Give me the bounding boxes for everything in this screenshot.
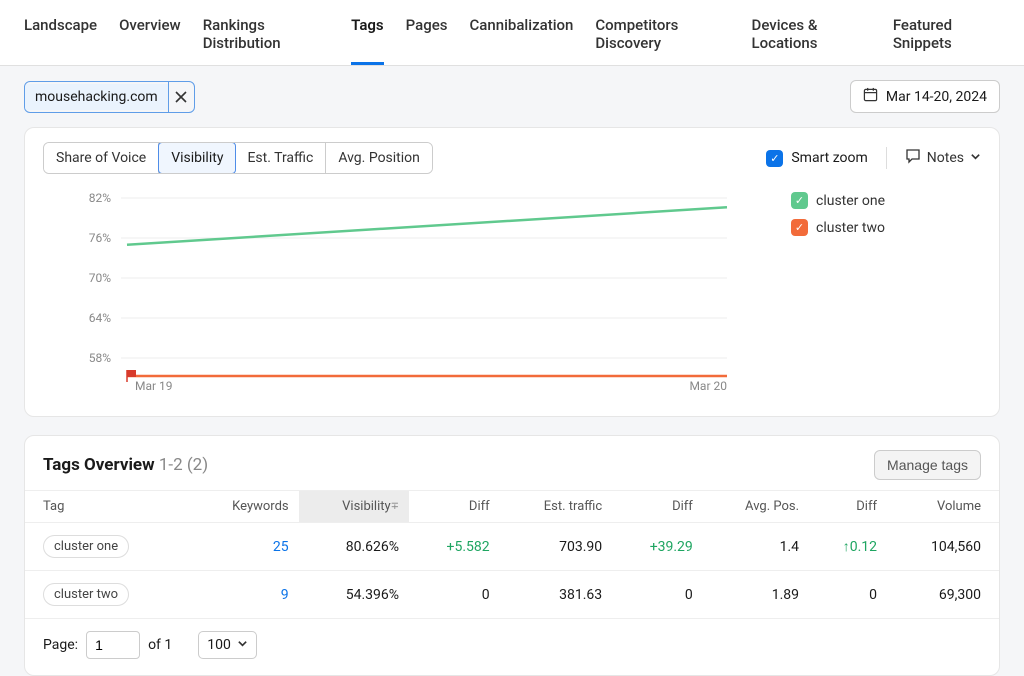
- chart-header: Share of VoiceVisibilityEst. TrafficAvg.…: [25, 128, 999, 174]
- col-keywords[interactable]: Keywords: [189, 491, 299, 523]
- est-traffic-cell: 381.63: [500, 571, 613, 619]
- svg-text:82%: 82%: [89, 191, 111, 205]
- table-header-row: Tag Keywords Visibility∓ Diff Est. traff…: [25, 491, 999, 523]
- page-input[interactable]: [86, 631, 140, 659]
- table-row: cluster two954.396%0381.6301.89069,300: [25, 571, 999, 619]
- chart-legend: ✓ cluster one ✓ cluster two: [791, 184, 981, 398]
- col-visibility[interactable]: Visibility∓: [299, 491, 409, 523]
- col-traffic-diff[interactable]: Diff: [612, 491, 703, 523]
- pagination: Page: of 1 100: [25, 619, 999, 675]
- col-pos-diff[interactable]: Diff: [809, 491, 887, 523]
- smart-zoom-toggle[interactable]: ✓ Smart zoom: [766, 150, 867, 167]
- divider: [886, 147, 887, 169]
- page-label: Page:: [43, 637, 78, 653]
- table-count: 1-2 (2): [159, 455, 208, 475]
- visibility-chart-card: Share of VoiceVisibilityEst. TrafficAvg.…: [24, 127, 1000, 417]
- visibility-diff-cell: 0: [409, 571, 500, 619]
- segment-avg-position[interactable]: Avg. Position: [326, 143, 432, 173]
- visibility-cell: 80.626%: [299, 523, 409, 571]
- avg-pos-cell: 1.4: [703, 523, 809, 571]
- segment-visibility[interactable]: Visibility: [158, 142, 236, 174]
- tab-cannibalization[interactable]: Cannibalization: [470, 10, 574, 65]
- checkmark-icon: ✓: [791, 219, 808, 236]
- tab-featured-snippets[interactable]: Featured Snippets: [893, 10, 1000, 65]
- svg-text:76%: 76%: [89, 231, 111, 245]
- table-title-text: Tags Overview: [43, 455, 155, 475]
- tab-devices-locations[interactable]: Devices & Locations: [752, 10, 871, 65]
- table-row: cluster one 25 80.626%+5.582703.90+39.291.…: [25, 523, 999, 571]
- smart-zoom-label: Smart zoom: [791, 150, 867, 166]
- keywords-link[interactable]: 25: [273, 539, 289, 555]
- filter-bar: mousehacking.com Mar 14-20, 2024: [0, 66, 1024, 127]
- page-title: Tags Overview 1-2 (2): [43, 455, 208, 475]
- chevron-down-icon: [970, 150, 981, 166]
- line-chart: 82% 76% 70% 64% 58%: [43, 184, 771, 394]
- notes-button[interactable]: Notes: [905, 148, 981, 168]
- tab-overview[interactable]: Overview: [119, 10, 181, 65]
- chart-body: 82% 76% 70% 64% 58%: [25, 174, 999, 416]
- legend-item-cluster-one[interactable]: ✓ cluster one: [791, 192, 981, 209]
- keywords-link[interactable]: 9: [281, 587, 289, 603]
- page-of-label: of 1: [148, 637, 172, 653]
- visibility-cell: 54.396%: [299, 571, 409, 619]
- col-avg-pos[interactable]: Avg. Pos.: [703, 491, 809, 523]
- traffic-diff-cell: 0: [612, 571, 703, 619]
- note-icon: [905, 148, 921, 168]
- tags-table: Tag Keywords Visibility∓ Diff Est. traff…: [25, 490, 999, 619]
- chart-controls-right: ✓ Smart zoom Notes: [766, 147, 981, 169]
- domain-chip-text: mousehacking.com: [25, 84, 168, 110]
- traffic-diff-cell: +39.29: [612, 523, 703, 571]
- tag-pill[interactable]: cluster one: [43, 535, 129, 558]
- segment-share-of-voice[interactable]: Share of Voice: [44, 143, 159, 173]
- tab-competitors-discovery[interactable]: Competitors Discovery: [595, 10, 729, 65]
- svg-text:58%: 58%: [89, 351, 111, 365]
- col-tag[interactable]: Tag: [25, 491, 189, 523]
- tab-tags[interactable]: Tags: [351, 10, 384, 65]
- segment-est-traffic[interactable]: Est. Traffic: [235, 143, 326, 173]
- volume-cell: 69,300: [887, 571, 999, 619]
- svg-text:Mar 20: Mar 20: [689, 379, 727, 393]
- sort-desc-icon: ∓: [391, 501, 399, 512]
- legend-item-cluster-two[interactable]: ✓ cluster two: [791, 219, 981, 236]
- top-tabs: Landscape Overview Rankings Distribution Ta…: [0, 0, 1024, 66]
- tab-rankings-distribution[interactable]: Rankings Distribution: [203, 10, 329, 65]
- svg-text:Mar 19: Mar 19: [135, 379, 173, 393]
- legend-label: cluster one: [816, 193, 885, 209]
- checkmark-icon: ✓: [766, 150, 783, 167]
- notes-label: Notes: [927, 150, 964, 166]
- domain-chip: mousehacking.com: [24, 81, 195, 113]
- pos-diff-cell: 0: [809, 571, 887, 619]
- visibility-diff-cell: +5.582: [409, 523, 500, 571]
- est-traffic-cell: 703.90: [500, 523, 613, 571]
- calendar-icon: [863, 87, 878, 106]
- legend-label: cluster two: [816, 220, 885, 236]
- page-size-select[interactable]: 100: [198, 631, 257, 659]
- tab-pages[interactable]: Pages: [406, 10, 448, 65]
- col-est-traffic[interactable]: Est. traffic: [500, 491, 613, 523]
- page-size-value: 100: [207, 637, 231, 653]
- tag-pill[interactable]: cluster two: [43, 583, 129, 606]
- date-range-label: Mar 14-20, 2024: [886, 89, 987, 105]
- tags-overview-card: Tags Overview 1-2 (2) Manage tags Tag Ke…: [24, 435, 1000, 676]
- chevron-down-icon: [237, 637, 248, 653]
- avg-pos-cell: 1.89: [703, 571, 809, 619]
- pos-diff-cell: ↑0.12: [809, 523, 887, 571]
- close-icon[interactable]: [168, 82, 194, 112]
- tab-landscape[interactable]: Landscape: [24, 10, 97, 65]
- volume-cell: 104,560: [887, 523, 999, 571]
- chart-area[interactable]: 82% 76% 70% 64% 58%: [43, 184, 771, 398]
- col-volume[interactable]: Volume: [887, 491, 999, 523]
- svg-text:64%: 64%: [89, 311, 111, 325]
- table-header: Tags Overview 1-2 (2) Manage tags: [25, 436, 999, 490]
- manage-tags-button[interactable]: Manage tags: [874, 450, 981, 480]
- checkmark-icon: ✓: [791, 192, 808, 209]
- metric-segmented-control: Share of VoiceVisibilityEst. TrafficAvg.…: [43, 142, 433, 174]
- col-visibility-diff[interactable]: Diff: [409, 491, 500, 523]
- svg-text:70%: 70%: [89, 271, 111, 285]
- date-range-picker[interactable]: Mar 14-20, 2024: [850, 80, 1000, 113]
